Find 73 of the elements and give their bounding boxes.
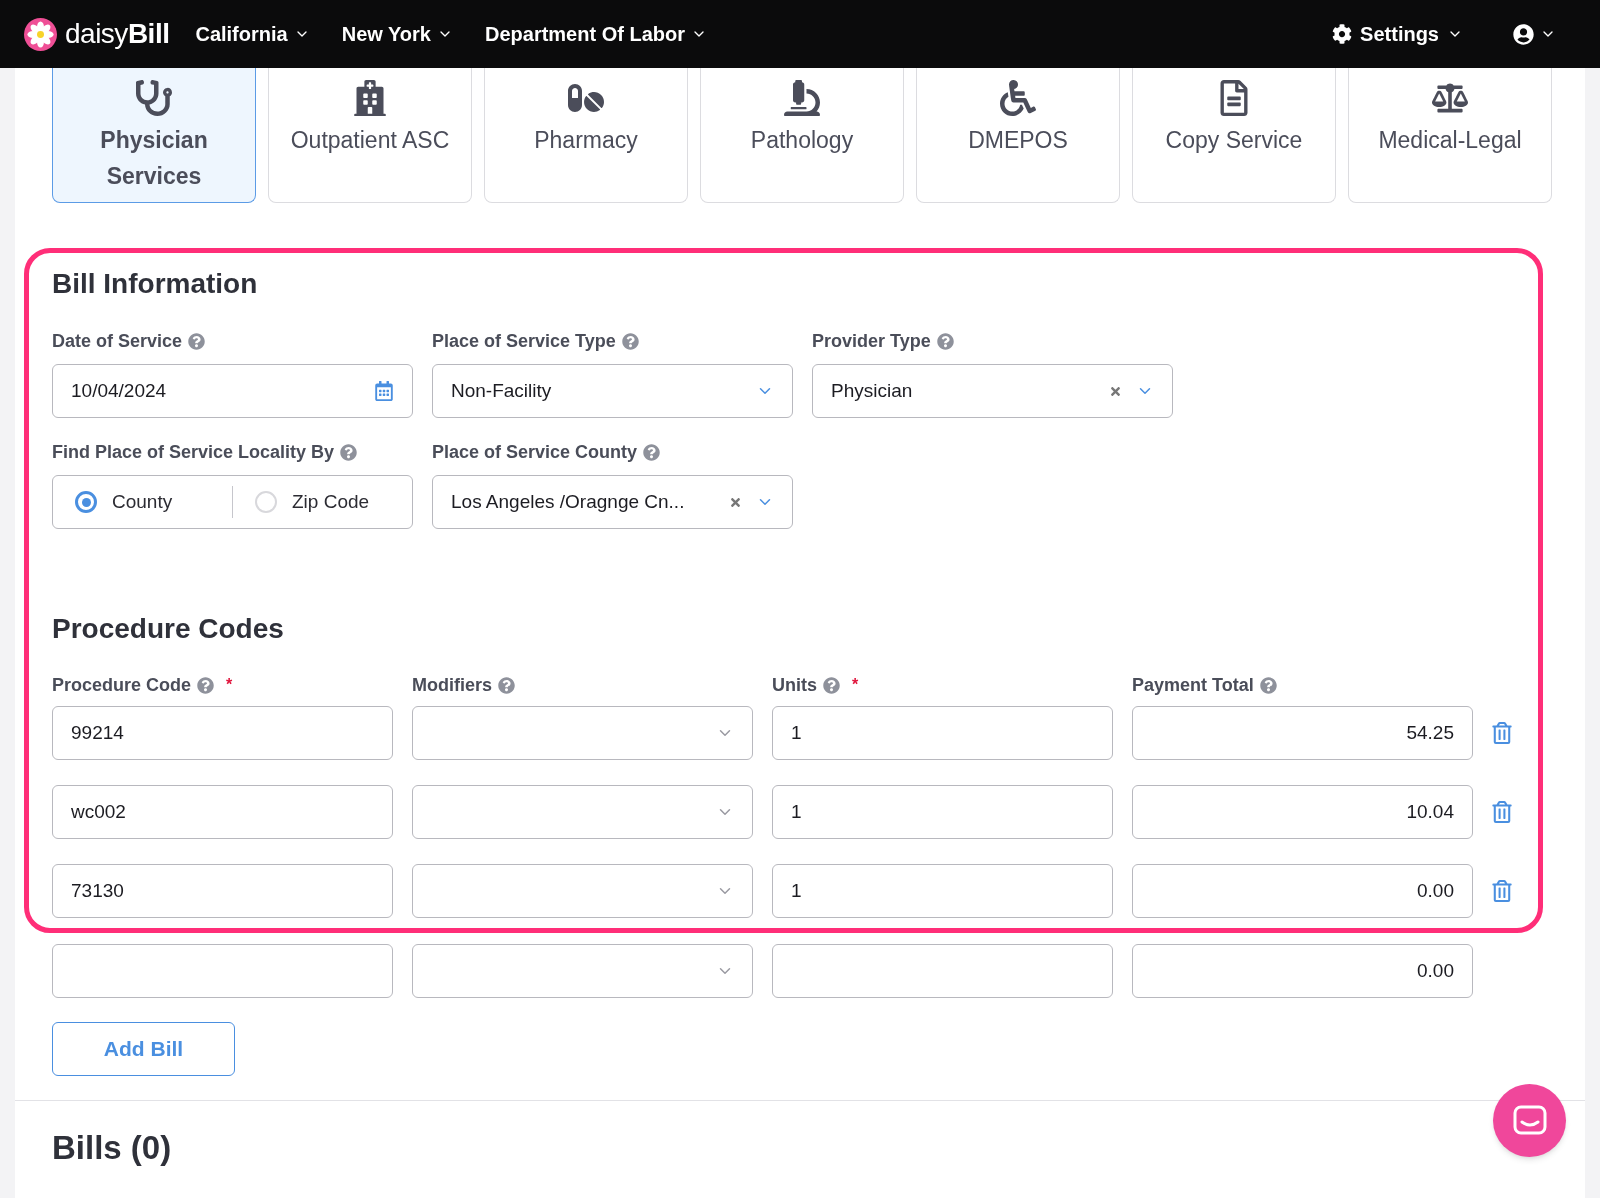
date-field[interactable]: 10/04/2024 (52, 364, 413, 418)
clear-icon[interactable] (729, 495, 742, 509)
hospital-icon (352, 80, 388, 116)
help-icon[interactable] (1259, 676, 1277, 694)
microscope-icon (784, 80, 820, 116)
category-tab[interactable]: Pathology (700, 68, 904, 203)
section-heading: Procedure Codes (52, 613, 285, 645)
section-heading: Bills (0) (52, 1128, 172, 1168)
help-icon[interactable] (498, 676, 515, 694)
category-tab[interactable]: Outpatient ASC (268, 68, 472, 203)
nav-menu[interactable]: Department Of Labor (485, 19, 707, 49)
radio-option[interactable]: County (75, 487, 210, 517)
category-tab[interactable]: DMEPOS (916, 68, 1120, 203)
input-field[interactable]: 1 (772, 706, 1113, 760)
radio-option[interactable]: Zip Code (255, 487, 390, 517)
category-tab[interactable]: Medical-Legal (1348, 68, 1552, 203)
chat-icon (1512, 1104, 1547, 1137)
field-label: Payment Total (1132, 673, 1254, 697)
trash-icon[interactable] (1492, 880, 1512, 902)
field-label: Place of Service County (432, 440, 638, 464)
input-field[interactable]: 1 (772, 785, 1113, 839)
dropdown[interactable]: Physician (812, 364, 1173, 418)
dropdown[interactable] (412, 944, 753, 998)
input-field[interactable]: 1 (772, 864, 1113, 918)
input-field[interactable]: 99214 (52, 706, 393, 760)
dropdown[interactable] (412, 706, 753, 760)
chat-button[interactable] (1493, 1084, 1566, 1158)
input-field[interactable] (52, 944, 393, 998)
settings-menu[interactable]: Settings (1332, 19, 1463, 49)
input-field[interactable] (772, 944, 1113, 998)
field-label: Find Place of Service Locality By (52, 440, 335, 464)
help-icon[interactable] (197, 676, 215, 694)
help-icon[interactable] (621, 332, 639, 350)
field-label: Provider Type (812, 329, 931, 353)
dropdown[interactable] (412, 864, 753, 918)
field-label: Modifiers (412, 673, 492, 697)
trash-icon[interactable] (1492, 722, 1512, 744)
help-icon[interactable] (340, 443, 358, 461)
settings-icon (1332, 24, 1353, 44)
calendar-icon (374, 381, 394, 401)
category-tab[interactable]: Physician Services (52, 68, 256, 203)
required-mark: * (226, 675, 233, 695)
field-label: Procedure Code (52, 673, 192, 697)
flower-logo-icon (24, 17, 57, 51)
input-field[interactable]: wc002 (52, 785, 393, 839)
clear-icon[interactable] (1109, 384, 1122, 398)
required-mark: * (852, 675, 859, 695)
category-tab[interactable]: Pharmacy (484, 68, 688, 203)
help-icon[interactable] (188, 332, 206, 350)
user-avatar-icon (1513, 23, 1534, 45)
category-tab[interactable]: Copy Service (1132, 68, 1336, 203)
help-icon[interactable] (643, 443, 661, 461)
brand-name[interactable]: daisyBill (65, 13, 170, 55)
help-icon[interactable] (823, 676, 840, 694)
nav-menu[interactable]: New York (341, 19, 453, 49)
input-field[interactable]: 54.25 (1132, 706, 1473, 760)
input-field[interactable]: 10.04 (1132, 785, 1473, 839)
input-field[interactable]: 73130 (52, 864, 393, 918)
field-label: Units (772, 673, 817, 697)
dropdown[interactable] (412, 785, 753, 839)
radio-button[interactable] (75, 491, 97, 513)
nav-menu[interactable]: California (195, 19, 310, 49)
input-field[interactable]: 0.00 (1132, 864, 1473, 918)
dropdown[interactable]: Non-Facility (432, 364, 793, 418)
section-heading: Bill Information (52, 268, 259, 300)
help-icon[interactable] (936, 332, 954, 350)
input-field[interactable]: 0.00 (1132, 944, 1473, 998)
dropdown[interactable]: Los Angeles /Oragnge Cn... (432, 475, 793, 529)
field-label: Date of Service (52, 329, 183, 353)
trash-icon[interactable] (1492, 801, 1512, 823)
wheelchair-icon (1000, 80, 1036, 116)
field-label: Place of Service Type (432, 329, 616, 353)
stethoscope-icon (136, 80, 172, 116)
